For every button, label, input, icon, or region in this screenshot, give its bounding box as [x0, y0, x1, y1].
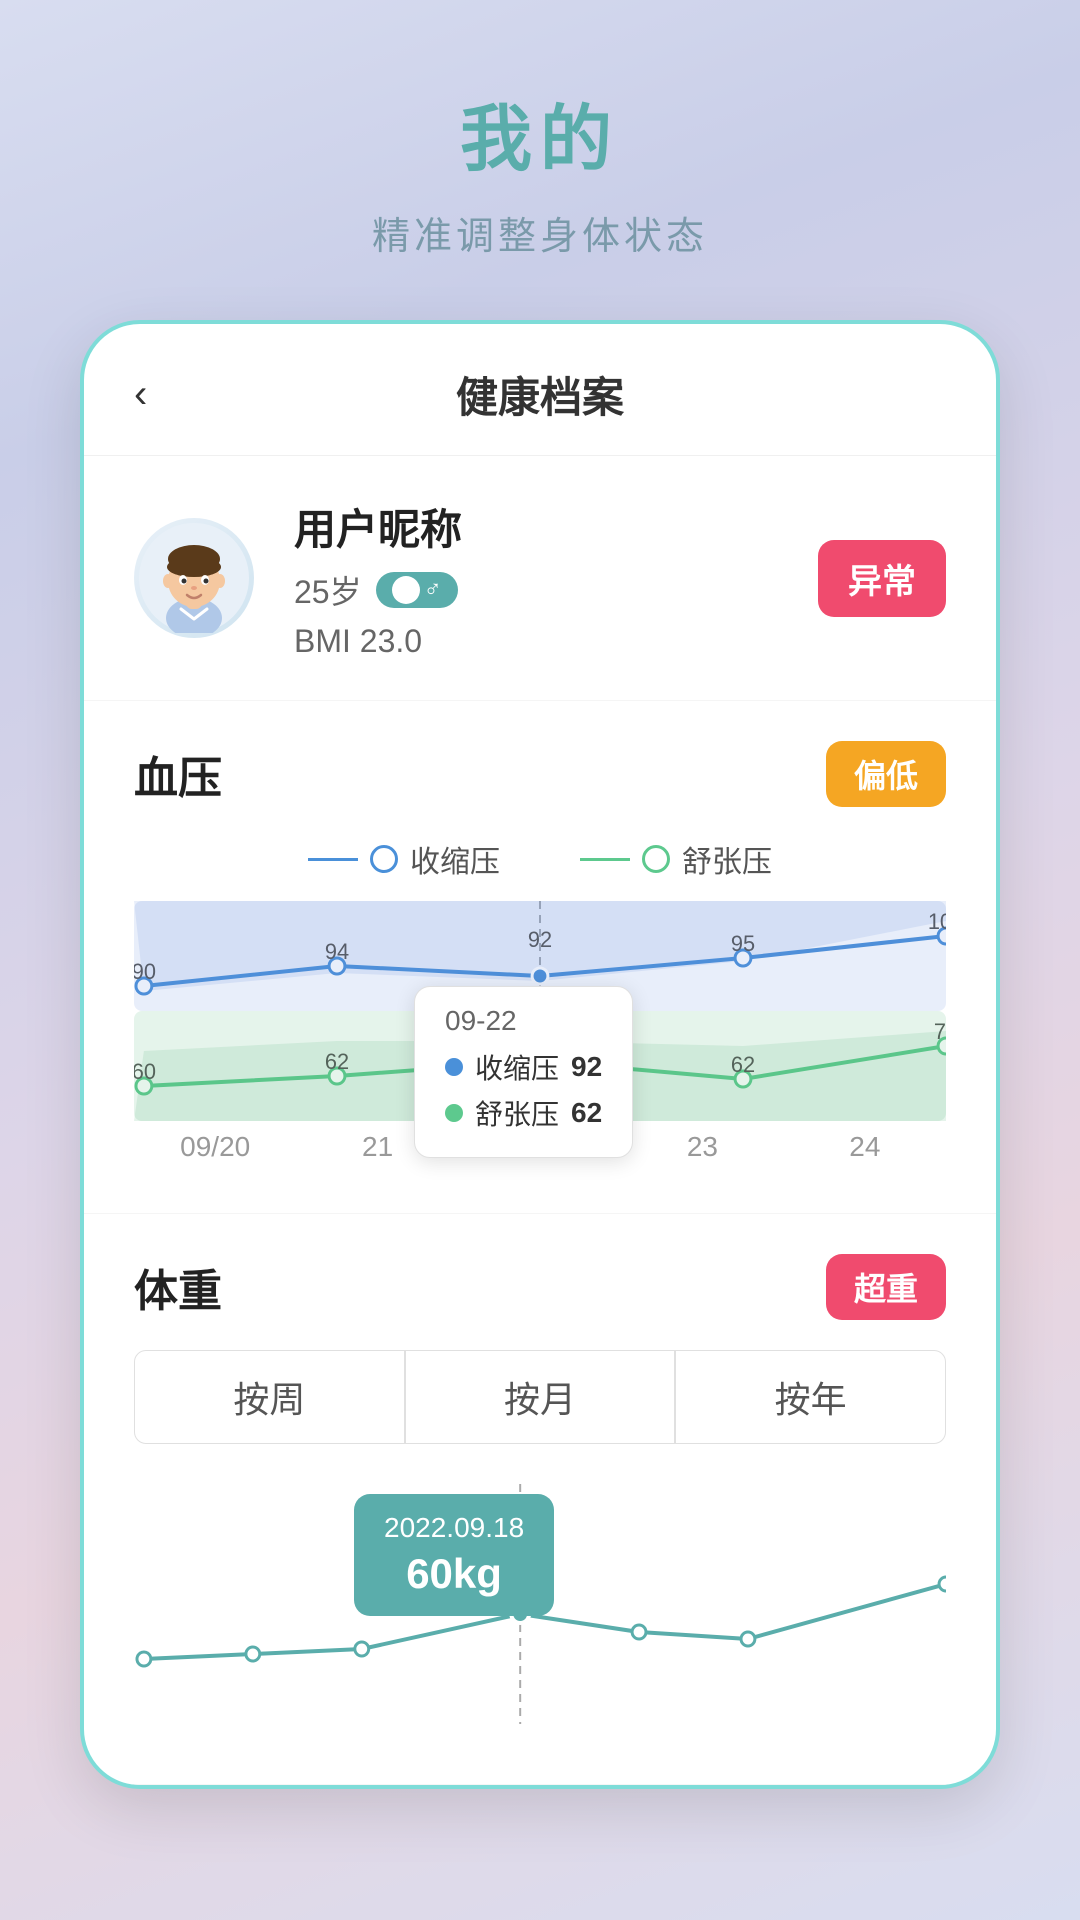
tooltip-diastolic-value: 62 — [571, 1097, 602, 1129]
page-title: 我的 — [460, 80, 620, 185]
weight-section: 体重 超重 按周 按月 按年 2022.09.18 60kg — [84, 1214, 996, 1785]
legend-systolic-label: 收缩压 — [410, 837, 500, 881]
tooltip-dot-green — [445, 1104, 463, 1122]
weight-title: 体重 — [134, 1255, 222, 1319]
bp-legend: 收缩压 舒张压 — [134, 837, 946, 881]
user-age: 25岁 — [294, 567, 362, 613]
weight-tooltip-date: 2022.09.18 — [384, 1512, 524, 1544]
card-header: ‹ 健康档案 — [84, 324, 996, 456]
tab-year[interactable]: 按年 — [675, 1350, 946, 1444]
legend-line-blue — [308, 858, 358, 861]
bp-title: 血压 — [134, 742, 222, 806]
weight-tooltip-value: 60kg — [384, 1550, 524, 1598]
user-info: 用户昵称 25岁 ♂ BMI 23.0 — [294, 496, 818, 660]
page-subtitle: 精准调整身体状态 — [372, 205, 708, 260]
tooltip-date: 09-22 — [445, 1005, 602, 1037]
gender-text: ♂ — [424, 576, 442, 604]
tooltip-diastolic-label: 舒张压 — [475, 1093, 559, 1133]
weight-tooltip: 2022.09.18 60kg — [354, 1494, 554, 1616]
bp-chart-container: 90 94 92 95 100 60 — [134, 901, 946, 1163]
back-button[interactable]: ‹ — [134, 372, 147, 417]
tooltip-systolic-value: 92 — [571, 1051, 602, 1083]
user-profile: 用户昵称 25岁 ♂ BMI 23.0 异常 — [84, 456, 996, 701]
status-badge-abnormal: 异常 — [818, 540, 946, 617]
bp-section-header: 血压 偏低 — [134, 741, 946, 807]
bp-tooltip: 09-22 收缩压 92 舒张压 62 — [414, 986, 633, 1158]
legend-systolic: 收缩压 — [308, 837, 500, 881]
user-bmi: BMI 23.0 — [294, 623, 818, 660]
weight-chart-container: 2022.09.18 60kg — [134, 1484, 946, 1744]
tab-month[interactable]: 按月 — [405, 1350, 676, 1444]
header-title: 健康档案 — [456, 364, 624, 425]
tooltip-systolic: 收缩压 92 — [445, 1047, 602, 1087]
user-name: 用户昵称 — [294, 496, 818, 557]
legend-dot-blue — [370, 845, 398, 873]
legend-diastolic-label: 舒张压 — [682, 837, 772, 881]
tooltip-systolic-label: 收缩压 — [475, 1047, 559, 1087]
weight-section-header: 体重 超重 — [134, 1254, 946, 1320]
bp-chart-area: 90 94 92 95 100 60 — [134, 901, 946, 1121]
user-meta: 25岁 ♂ — [294, 567, 818, 613]
legend-diastolic: 舒张压 — [580, 837, 772, 881]
tab-week[interactable]: 按周 — [134, 1350, 405, 1444]
bp-status-badge: 偏低 — [826, 741, 946, 807]
gender-icon — [392, 576, 420, 604]
legend-dot-green — [642, 845, 670, 873]
legend-line-green — [580, 858, 630, 861]
health-card: ‹ 健康档案 — [80, 320, 1000, 1789]
x-label-3: 23 — [621, 1131, 783, 1163]
weight-tabs: 按周 按月 按年 — [134, 1350, 946, 1444]
x-label-0: 09/20 — [134, 1131, 296, 1163]
avatar — [134, 518, 254, 638]
blood-pressure-section: 血压 偏低 收缩压 舒张压 — [84, 701, 996, 1214]
weight-status-badge: 超重 — [826, 1254, 946, 1320]
tooltip-diastolic: 舒张压 62 — [445, 1093, 602, 1133]
x-label-4: 24 — [784, 1131, 946, 1163]
tooltip-dot-blue — [445, 1058, 463, 1076]
gender-badge: ♂ — [376, 572, 458, 608]
